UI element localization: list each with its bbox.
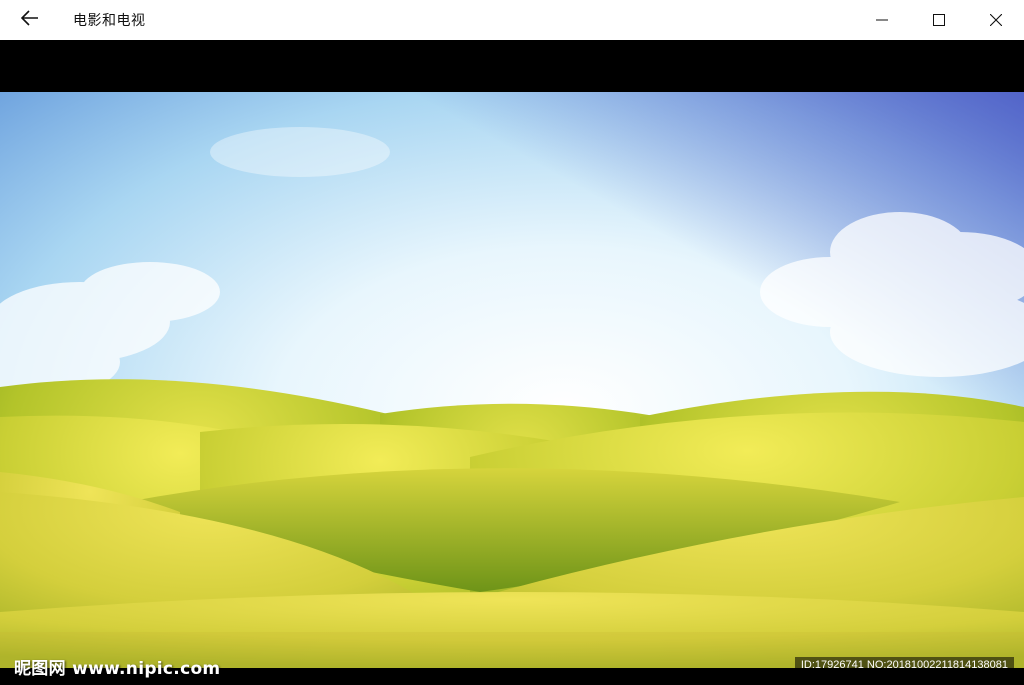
video-player[interactable]: 昵图网 www.nipic.com ID:17926741 NO:2018100…	[0, 40, 1024, 685]
close-button[interactable]	[967, 0, 1024, 40]
video-frame[interactable]	[0, 92, 1024, 668]
app-window: 电影和电视 昵图网 www.nipic.com ID:17926741 NO:2…	[0, 0, 1024, 685]
window-controls	[853, 0, 1024, 40]
landscape-illustration	[0, 92, 1024, 668]
title-bar: 电影和电视	[0, 0, 1024, 40]
minimize-icon	[875, 11, 888, 30]
back-arrow-icon	[20, 10, 39, 30]
back-button[interactable]	[0, 0, 60, 40]
watermark-logo: 昵图网 www.nipic.com	[14, 659, 221, 679]
maximize-icon	[932, 11, 945, 30]
maximize-button[interactable]	[910, 0, 967, 40]
window-title: 电影和电视	[73, 13, 146, 29]
close-icon	[989, 11, 1002, 30]
minimize-button[interactable]	[853, 0, 910, 40]
watermark-id: ID:17926741 NO:20181002211814138081	[794, 657, 1014, 673]
